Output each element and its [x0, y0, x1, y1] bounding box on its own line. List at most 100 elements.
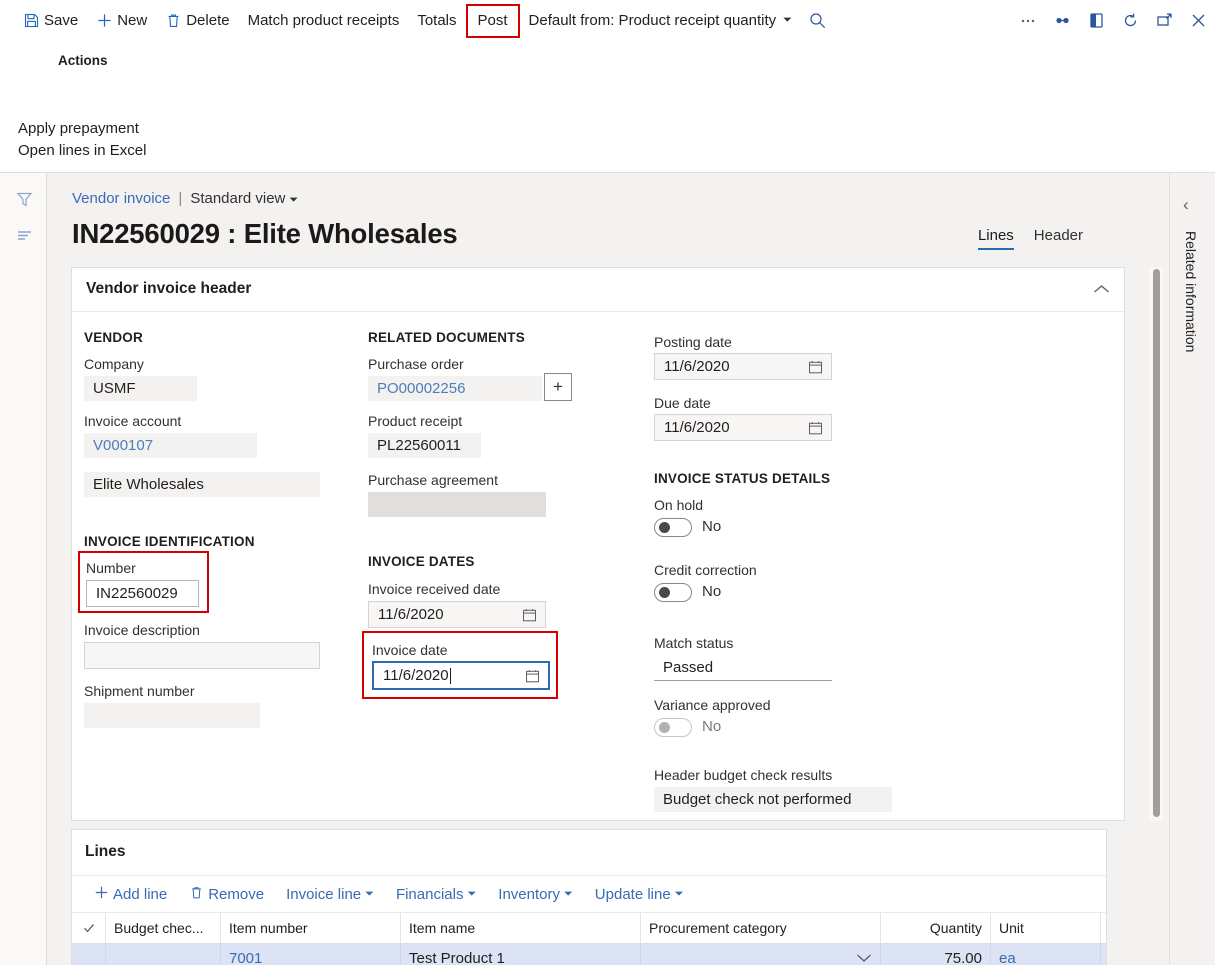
cell-quantity[interactable]: 75.00 [881, 944, 991, 965]
variance-approved-toggle[interactable] [654, 718, 692, 737]
collapse-card-icon[interactable] [1093, 282, 1110, 298]
invoice-account-label: Invoice account [84, 413, 181, 429]
cell-procurement-category[interactable] [641, 944, 881, 965]
save-button[interactable]: Save [14, 5, 87, 37]
credit-correction-value: No [702, 583, 721, 600]
popout-icon[interactable] [1147, 5, 1181, 37]
related-information-rail[interactable]: ‹ Related information [1169, 173, 1215, 965]
add-line-button[interactable]: Add line [85, 880, 176, 908]
calendar-icon[interactable] [808, 420, 823, 435]
due-date-value: 11/6/2020 [664, 419, 730, 436]
credit-correction-label: Credit correction [654, 562, 757, 578]
purchase-agreement-field[interactable] [368, 492, 546, 517]
select-all-checkbox[interactable] [72, 913, 106, 943]
column-header-item-name[interactable]: Item name [401, 913, 641, 943]
table-row[interactable]: 7001 Test Product 1 75.00 ea [72, 944, 1106, 965]
number-input[interactable]: IN22560029 [86, 580, 199, 607]
inventory-menu[interactable]: Inventory ⏷ [489, 880, 582, 908]
cell-unit[interactable]: ea [991, 944, 1101, 965]
card-title: Vendor invoice header [86, 280, 251, 298]
purchase-order-field[interactable]: PO00002256 [368, 376, 542, 401]
match-product-receipts-button[interactable]: Match product receipts [239, 5, 409, 37]
header-budget-check-field[interactable]: Budget check not performed [654, 787, 892, 812]
cell-item-name[interactable]: Test Product 1 [401, 944, 641, 965]
content-scrollbar[interactable] [1149, 267, 1163, 821]
remove-line-button[interactable]: Remove [180, 880, 273, 908]
invoice-received-date-input[interactable]: 11/6/2020 [368, 601, 546, 628]
list-lines-icon[interactable] [12, 223, 36, 247]
cell-budget-check[interactable] [106, 944, 221, 965]
plus-icon [96, 12, 113, 29]
view-tabs: Lines Header [978, 227, 1083, 250]
invoice-date-value: 11/6/2020 [383, 667, 449, 684]
overflow-icon[interactable] [1011, 5, 1045, 37]
main-content: Vendor invoice | Standard view⏷ IN225600… [47, 173, 1169, 965]
column-header-budget-check[interactable]: Budget chec... [106, 913, 221, 943]
column-header-item-number[interactable]: Item number [221, 913, 401, 943]
product-receipt-field[interactable]: PL22560011 [368, 433, 481, 458]
column-header-quantity[interactable]: Quantity [881, 913, 991, 943]
default-from-dropdown[interactable]: Default from: Product receipt quantity ⏷ [520, 5, 801, 37]
column-header-procurement-category[interactable]: Procurement category [641, 913, 881, 943]
invoice-line-label: Invoice line [286, 886, 361, 903]
invoice-line-menu[interactable]: Invoice line ⏷ [277, 880, 383, 908]
totals-button[interactable]: Totals [408, 5, 465, 37]
search-icon[interactable] [801, 5, 835, 37]
breadcrumb-separator: | [178, 190, 182, 207]
invoice-date-input[interactable]: 11/6/2020 [372, 661, 550, 690]
filter-icon[interactable] [12, 187, 36, 211]
invoice-identification-section-title: INVOICE IDENTIFICATION [84, 534, 255, 549]
apply-prepayment-link[interactable]: Apply prepayment [18, 120, 139, 137]
invoice-account-field[interactable]: V000107 [84, 433, 257, 458]
post-button[interactable]: Post [466, 4, 520, 38]
add-purchase-order-button[interactable]: + [544, 373, 572, 401]
on-hold-toggle[interactable] [654, 518, 692, 537]
header-budget-check-label: Header budget check results [654, 767, 832, 783]
invoice-description-input[interactable] [84, 642, 320, 669]
on-hold-value: No [702, 518, 721, 535]
open-lines-in-excel-link[interactable]: Open lines in Excel [18, 142, 146, 159]
office-icon[interactable] [1079, 5, 1113, 37]
credit-correction-toggle[interactable] [654, 583, 692, 602]
due-date-input[interactable]: 11/6/2020 [654, 414, 832, 441]
tab-header[interactable]: Header [1034, 227, 1083, 248]
match-status-field[interactable]: Passed [654, 654, 832, 681]
plus-icon [94, 885, 109, 904]
variance-approved-label: Variance approved [654, 697, 770, 713]
chevron-left-icon[interactable]: ‹ [1183, 195, 1189, 215]
tab-lines[interactable]: Lines [978, 227, 1014, 250]
calendar-icon[interactable] [522, 607, 537, 622]
card-header: Vendor invoice header [72, 268, 1124, 312]
invoice-received-date-value: 11/6/2020 [378, 606, 444, 623]
share-icon[interactable] [1045, 5, 1079, 37]
invoice-date-label: Invoice date [372, 642, 448, 658]
new-button-label: New [117, 12, 147, 29]
close-icon[interactable] [1181, 5, 1215, 37]
cell-item-number[interactable]: 7001 [221, 944, 401, 965]
shipment-number-field[interactable] [84, 703, 260, 728]
delete-button[interactable]: Delete [156, 5, 238, 37]
posting-date-input[interactable]: 11/6/2020 [654, 353, 832, 380]
product-receipt-label: Product receipt [368, 413, 462, 429]
financials-menu[interactable]: Financials ⏷ [387, 880, 485, 908]
company-field[interactable]: USMF [84, 376, 197, 401]
calendar-icon[interactable] [525, 668, 540, 683]
chevron-down-icon: ⏷ [467, 888, 476, 901]
column-header-unit[interactable]: Unit [991, 913, 1101, 943]
delete-button-label: Delete [186, 12, 229, 29]
new-button[interactable]: New [87, 5, 156, 37]
actions-pane-title: Actions [58, 53, 108, 68]
refresh-icon[interactable] [1113, 5, 1147, 37]
command-bar: Save New Delete Match product receipts T… [0, 0, 1215, 42]
update-line-menu[interactable]: Update line ⏷ [586, 880, 693, 908]
standard-view-label: Standard view [190, 190, 285, 207]
toggle-knob [659, 522, 670, 533]
calendar-icon[interactable] [808, 359, 823, 374]
trash-icon [165, 12, 182, 29]
breadcrumb-vendor-invoice-link[interactable]: Vendor invoice [72, 190, 170, 207]
standard-view-dropdown[interactable]: Standard view⏷ [190, 190, 298, 207]
scrollbar-thumb[interactable] [1153, 269, 1160, 817]
row-checkbox[interactable] [72, 944, 106, 965]
vendor-name-field[interactable]: Elite Wholesales [84, 472, 320, 497]
actions-pane: Actions Apply prepayment Open lines in E… [0, 42, 1215, 170]
